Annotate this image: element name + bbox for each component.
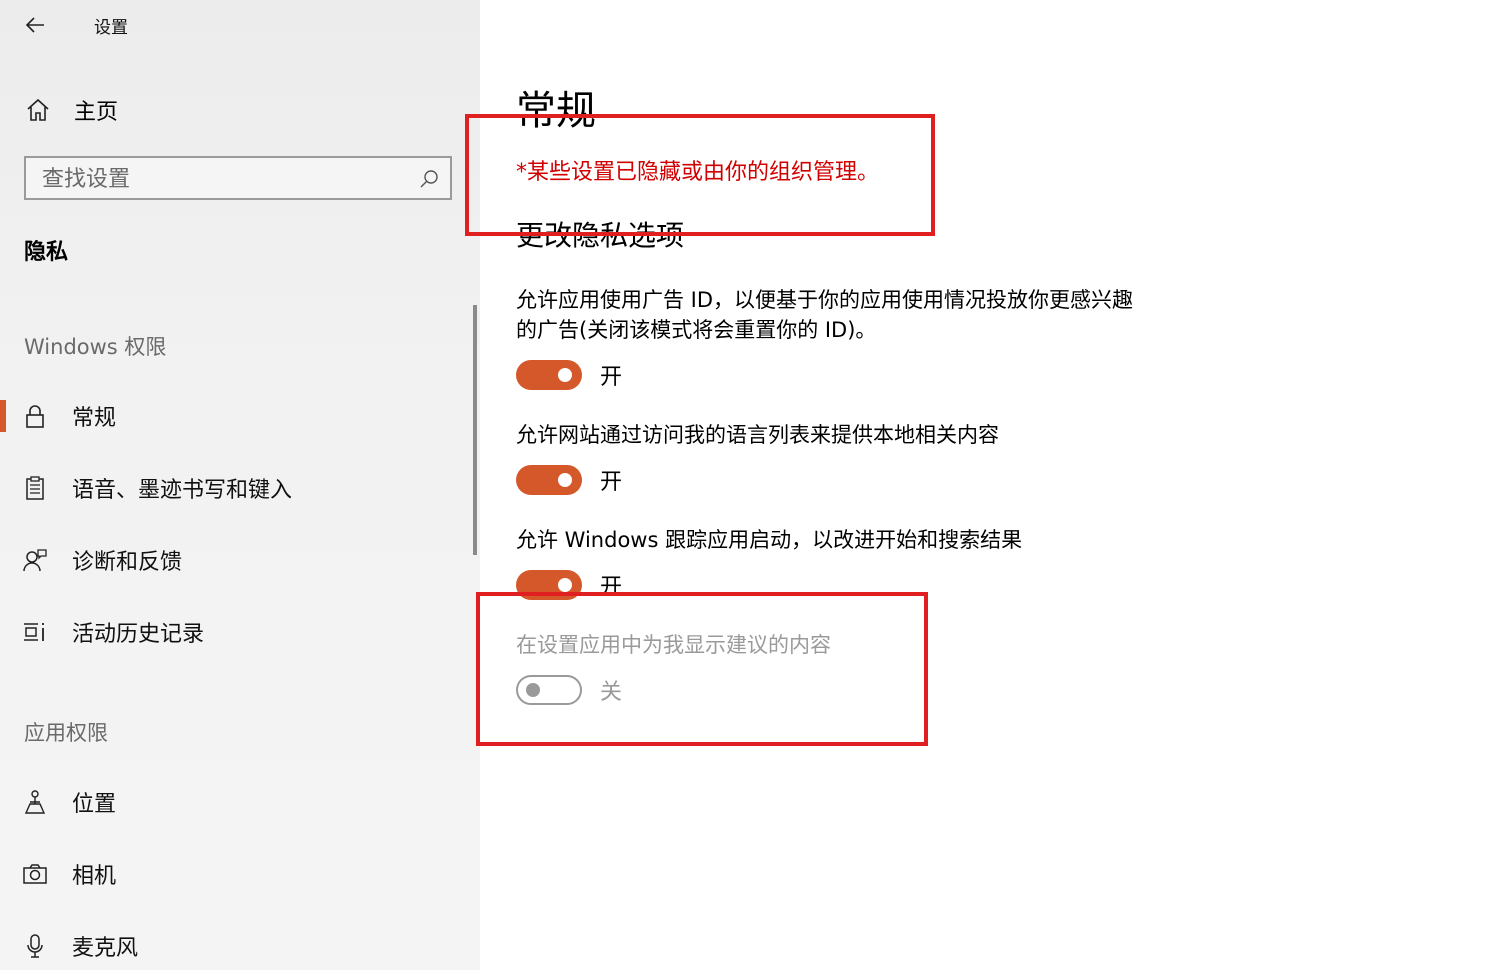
home-icon [27,98,49,121]
setting-advertising-id-description: 允许应用使用广告 ID，以便基于你的应用使用情况投放你更感兴趣 的广告(关闭该模… [516,285,1196,345]
setting-app-launch-tracking-description: 允许 Windows 跟踪应用启动，以改进开始和搜索结果 [516,525,1196,555]
search-input[interactable] [26,158,424,200]
sidebar: 设置 主页 隐私 Windows 权限 常规 语音、墨迹书写和键入 [0,0,480,970]
lock-icon [26,405,44,428]
sidebar-item-microphone[interactable]: 麦克风 [0,920,470,972]
search-box[interactable] [24,156,452,200]
language-list-toggle[interactable] [516,465,582,495]
activity-history-icon [24,623,44,641]
microphone-icon [27,934,43,958]
group-header-windows-permissions: Windows 权限 [24,335,167,359]
setting-language-list-description: 允许网站通过访问我的语言列表来提供本地相关内容 [516,420,1196,450]
setting-language-list-row: 开 [516,464,622,496]
search-icon[interactable] [418,168,440,190]
sidebar-scrollbar[interactable] [473,305,477,555]
description-line: 允许网站通过访问我的语言列表来提供本地相关内容 [516,423,999,447]
sidebar-item-speech-inking-typing[interactable]: 语音、墨迹书写和键入 [0,462,470,514]
sidebar-item-general[interactable]: 常规 [0,390,470,442]
toggle-state-label: 开 [600,575,623,600]
sidebar-item-label: 常规 [72,406,117,431]
location-person-icon [24,790,46,814]
toggle-knob [526,683,540,697]
toggle-state-label: 开 [600,365,623,390]
camera-icon [23,864,47,884]
description-line: 允许应用使用广告 ID，以便基于你的应用使用情况投放你更感兴趣 [516,288,1134,312]
toggle-state-label: 开 [600,470,623,495]
description-line: 允许 Windows 跟踪应用启动，以改进开始和搜索结果 [516,528,1023,552]
sidebar-home[interactable]: 主页 [24,90,118,130]
setting-suggested-content-description: 在设置应用中为我显示建议的内容 [516,630,1196,660]
app-launch-tracking-toggle[interactable] [516,570,582,600]
section-subheading: 更改隐私选项 [516,219,685,252]
back-arrow-icon [25,17,44,33]
sidebar-item-activity-history[interactable]: 活动历史记录 [0,606,470,658]
feedback-person-icon [23,549,47,572]
annotation-box-suggested-content [476,592,928,746]
toggle-knob [558,368,572,382]
sidebar-item-label: 语音、墨迹书写和键入 [72,478,293,503]
sidebar-item-label: 位置 [72,792,117,817]
section-title: 隐私 [24,240,69,265]
clipboard-icon [26,476,44,500]
sidebar-item-diagnostics-feedback[interactable]: 诊断和反馈 [0,534,470,586]
setting-advertising-id-row: 开 [516,359,622,391]
group-header-app-permissions: 应用权限 [24,721,108,745]
setting-app-launch-tracking-row: 开 [516,569,622,601]
sidebar-item-label: 诊断和反馈 [72,550,183,575]
setting-suggested-content-row: 关 [516,674,622,706]
sidebar-item-label: 活动历史记录 [72,622,205,647]
description-line: 的广告(关闭该模式将会重置你的 ID)。 [516,318,877,342]
suggested-content-toggle [516,675,582,705]
sidebar-item-location[interactable]: 位置 [0,776,470,828]
description-line: 在设置应用中为我显示建议的内容 [516,633,831,657]
advertising-id-toggle[interactable] [516,360,582,390]
sidebar-item-label: 相机 [72,864,117,889]
toggle-knob [558,473,572,487]
window-title: 设置 [94,18,128,38]
page-title: 常规 [516,88,596,134]
home-label: 主页 [74,100,119,125]
sidebar-item-camera[interactable]: 相机 [0,848,470,900]
managed-notice: *某些设置已隐藏或由你的组织管理。 [516,160,880,185]
toggle-state-label: 关 [600,680,623,705]
back-button[interactable] [22,10,54,40]
toggle-knob [558,578,572,592]
sidebar-item-label: 麦克风 [72,936,139,961]
